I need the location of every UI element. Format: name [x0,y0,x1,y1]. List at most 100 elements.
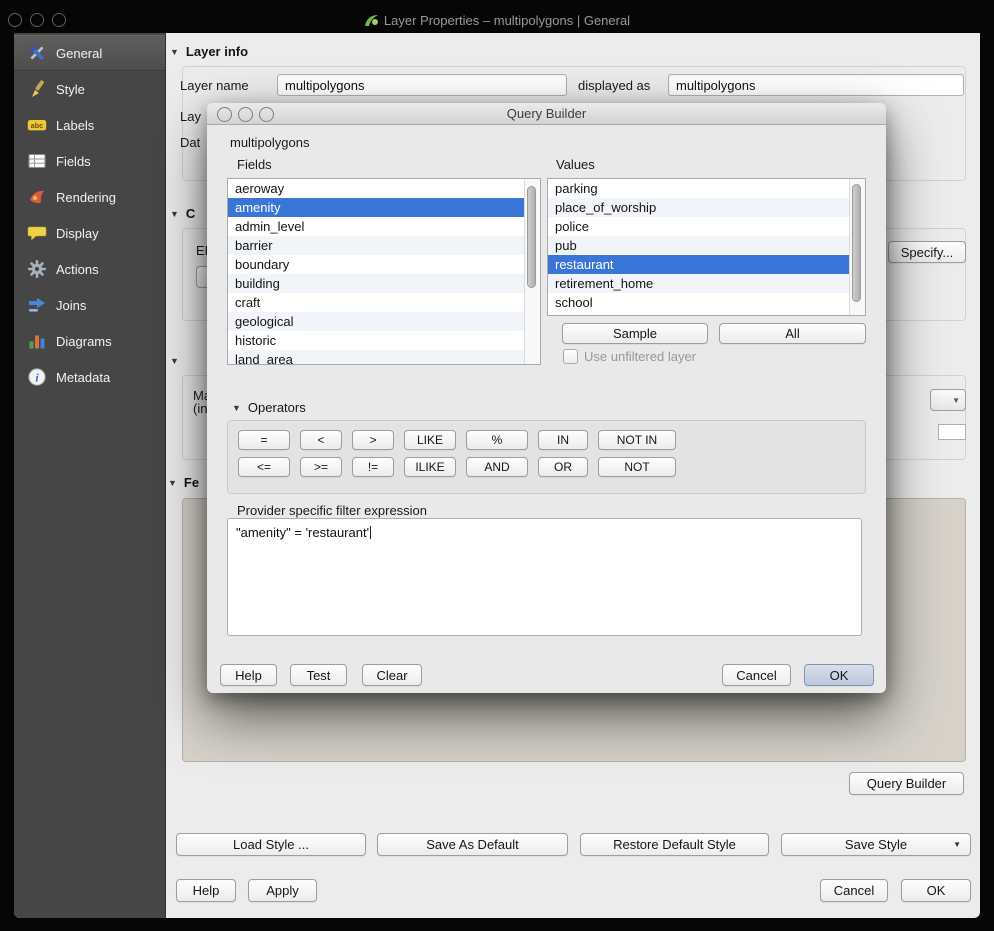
speech-bubble-icon [27,223,47,243]
operator-neq-button[interactable]: != [352,457,394,477]
values-list-header: Values [556,157,595,172]
sidebar-item-label: Rendering [56,190,116,205]
sidebar-item-fields[interactable]: Fields [14,143,165,179]
field-row[interactable]: land_area [228,350,525,365]
sidebar-item-style[interactable]: Style [14,71,165,107]
paintbrush-icon [27,79,47,99]
filter-expression-label: Provider specific filter expression [237,503,427,518]
dialog-cancel-button[interactable]: Cancel [722,664,791,686]
save-as-default-button[interactable]: Save As Default [377,833,568,856]
operator-in-button[interactable]: IN [538,430,588,450]
sidebar-item-actions[interactable]: Actions [14,251,165,287]
field-row[interactable]: historic [228,331,525,350]
scale-field-fragment[interactable] [938,424,966,440]
layer-name-input[interactable]: multipolygons [277,74,567,96]
sidebar-item-general[interactable]: General [14,35,165,71]
operator-like-button[interactable]: LIKE [404,430,456,450]
displayed-as-input[interactable]: multipolygons [668,74,964,96]
svg-text:abc: abc [31,121,43,130]
field-row[interactable]: craft [228,293,525,312]
dialog-test-button[interactable]: Test [290,664,347,686]
sample-button[interactable]: Sample [562,323,708,344]
properties-sidebar: General Style abc Labels Fields Renderin… [14,33,166,918]
specify-crs-button[interactable]: Specify... [888,241,966,263]
value-row[interactable]: pub [548,236,850,255]
checkbox-icon[interactable] [563,349,578,364]
filter-expression-text: "amenity" = 'restaurant' [236,525,369,540]
operator-equals-button[interactable]: = [238,430,290,450]
operator-or-button[interactable]: OR [538,457,588,477]
help-button[interactable]: Help [176,879,236,902]
value-row[interactable]: school [548,293,850,312]
window-titlebar[interactable]: Layer Properties – multipolygons | Gener… [0,0,994,33]
save-style-label: Save Style [845,837,907,852]
sidebar-item-labels[interactable]: abc Labels [14,107,165,143]
sidebar-item-metadata[interactable]: i Metadata [14,359,165,395]
apply-button[interactable]: Apply [248,879,317,902]
cancel-button[interactable]: Cancel [820,879,888,902]
dropdown-arrow-icon: ▼ [952,396,960,405]
restore-default-style-button[interactable]: Restore Default Style [580,833,769,856]
operator-not-button[interactable]: NOT [598,457,676,477]
dialog-help-button[interactable]: Help [220,664,277,686]
filter-expression-textarea[interactable]: "amenity" = 'restaurant' [227,518,862,636]
dialog-titlebar[interactable]: Query Builder [207,103,886,125]
join-arrow-icon [27,295,47,315]
all-button[interactable]: All [719,323,866,344]
field-row[interactable]: boundary [228,255,525,274]
operator-not-in-button[interactable]: NOT IN [598,430,676,450]
scale-combo-fragment[interactable]: ▼ [930,389,966,411]
dialog-title: Query Builder [207,106,886,121]
ok-button[interactable]: OK [901,879,971,902]
dialog-ok-button[interactable]: OK [804,664,874,686]
section-operators[interactable]: ▼ Operators [232,400,306,415]
section-scale-visibility[interactable]: ▼ [170,356,179,366]
values-list: parking place_of_worship police pub rest… [547,178,866,316]
section-crs-label-fragment: C [186,206,195,221]
dropdown-arrow-icon: ▼ [953,840,961,849]
sidebar-item-joins[interactable]: Joins [14,287,165,323]
field-row[interactable]: barrier [228,236,525,255]
bar-chart-icon [27,331,47,351]
use-unfiltered-layer-label: Use unfiltered layer [584,349,696,364]
operators-grid: = < > LIKE % IN NOT IN <= >= != ILIKE AN… [238,430,676,477]
operator-gt-button[interactable]: > [352,430,394,450]
field-row[interactable]: admin_level [228,217,525,236]
section-features[interactable]: ▼ Fe [168,475,199,490]
save-style-button[interactable]: Save Style ▼ [781,833,971,856]
section-crs[interactable]: ▼ C [170,206,195,221]
operator-and-button[interactable]: AND [466,457,528,477]
field-row[interactable]: geological [228,312,525,331]
field-row[interactable]: building [228,274,525,293]
value-row[interactable]: place_of_worship [548,198,850,217]
values-scrollbar[interactable] [849,179,865,315]
sidebar-item-label: Actions [56,262,99,277]
value-row-selected[interactable]: restaurant [548,255,850,274]
values-scrollbar-thumb[interactable] [852,184,861,302]
value-row[interactable]: retirement_home [548,274,850,293]
sidebar-item-rendering[interactable]: Rendering [14,179,165,215]
operator-percent-button[interactable]: % [466,430,528,450]
field-row-selected[interactable]: amenity [228,198,525,217]
value-row[interactable]: parking [548,179,850,198]
sidebar-item-diagrams[interactable]: Diagrams [14,323,165,359]
query-builder-dialog: Query Builder multipolygons Fields aerow… [207,103,886,693]
value-row[interactable]: police [548,217,850,236]
section-features-label-fragment: Fe [184,475,199,490]
operator-lt-button[interactable]: < [300,430,342,450]
load-style-button[interactable]: Load Style ... [176,833,366,856]
operator-ilike-button[interactable]: ILIKE [404,457,456,477]
sidebar-item-label: Metadata [56,370,110,385]
fields-scrollbar-thumb[interactable] [527,186,536,288]
fields-scrollbar[interactable] [524,179,540,364]
dialog-clear-button[interactable]: Clear [362,664,422,686]
sidebar-item-label: Joins [56,298,86,313]
operator-lte-button[interactable]: <= [238,457,290,477]
sidebar-item-label: Display [56,226,99,241]
sidebar-item-display[interactable]: Display [14,215,165,251]
query-builder-button[interactable]: Query Builder [849,772,964,795]
use-unfiltered-layer-checkbox[interactable]: Use unfiltered layer [563,349,696,364]
field-row[interactable]: aeroway [228,179,525,198]
operator-gte-button[interactable]: >= [300,457,342,477]
section-layer-info[interactable]: ▼ Layer info [170,44,248,59]
